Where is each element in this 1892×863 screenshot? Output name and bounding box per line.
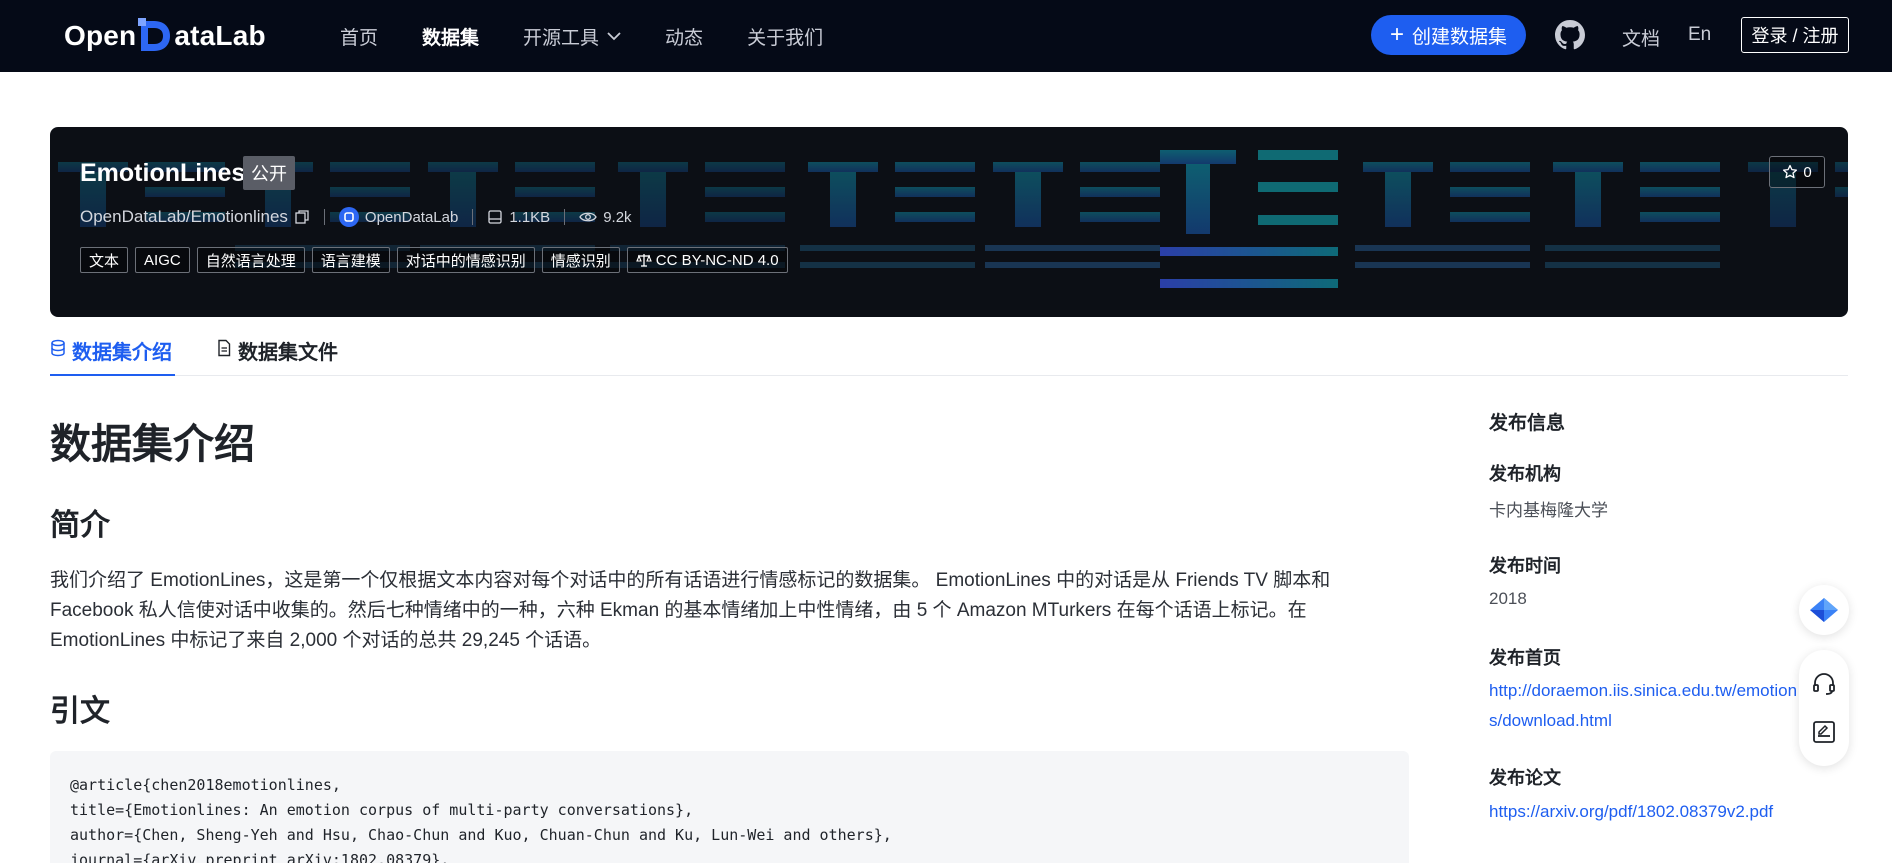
tab-dataset-intro[interactable]: 数据集介绍 xyxy=(50,336,175,376)
tag-list: 文本 AIGC 自然语言处理 语言建模 对话中的情感识别 情感识别 CC BY-… xyxy=(80,247,795,273)
chevron-down-icon xyxy=(607,32,621,41)
code-line: title={Emotionlines: An emotion corpus o… xyxy=(70,801,694,819)
dataset-meta: OpenDataLab/Emotionlines OpenDataLab 1.1… xyxy=(80,205,632,229)
nav-news[interactable]: 动态 xyxy=(665,23,703,50)
repo-path: OpenDataLab/Emotionlines xyxy=(80,207,288,226)
tag-language-modeling[interactable]: 语言建模 xyxy=(311,247,390,273)
nav-home[interactable]: 首页 xyxy=(340,23,378,50)
file-icon xyxy=(218,339,231,357)
publish-info-title: 发布信息 xyxy=(1489,413,1566,434)
homepage-link-line: http://doraemon.iis.sinica.edu.tw/emotio… xyxy=(1489,681,1798,700)
feedback-icon[interactable] xyxy=(1811,719,1837,745)
dataset-title: EmotionLines xyxy=(80,159,246,187)
code-line: journal={arXiv preprint arXiv:1802.08379… xyxy=(70,851,450,863)
nav-about[interactable]: 关于我们 xyxy=(747,23,823,50)
divider xyxy=(564,209,566,225)
license-label: CC BY-NC-ND 4.0 xyxy=(655,251,779,269)
tag-text[interactable]: 文本 xyxy=(80,247,129,273)
intro-line: 我们介绍了 EmotionLines，这是第一个仅根据文本内容对每个对话中的所有… xyxy=(50,570,1331,591)
intro-heading: 简介 xyxy=(50,509,110,542)
login-register-button[interactable]: 登录 / 注册 xyxy=(1741,17,1849,53)
scale-icon xyxy=(635,254,652,267)
tag-aigc[interactable]: AIGC xyxy=(135,247,190,273)
copy-icon[interactable] xyxy=(294,209,310,225)
org-name[interactable]: OpenDataLab xyxy=(365,209,458,226)
star-button[interactable]: 0 xyxy=(1769,156,1825,188)
eye-icon xyxy=(579,212,597,222)
create-dataset-button[interactable]: + 创建数据集 xyxy=(1371,15,1526,55)
database-icon xyxy=(51,339,65,357)
top-nav: Open ataLab 首页 数据集 开源工具 动态 关于我们 + 创建数据集 … xyxy=(0,0,1892,72)
logo-d-icon xyxy=(138,18,172,54)
opendatalab-logo[interactable]: Open ataLab xyxy=(64,16,266,56)
homepage-link-line: s/download.html xyxy=(1489,711,1612,730)
page-title: 数据集介绍 xyxy=(50,421,255,467)
floating-action-group xyxy=(1799,650,1849,766)
create-dataset-label: 创建数据集 xyxy=(1412,26,1508,48)
intro-paragraph: 我们介绍了 EmotionLines，这是第一个仅根据文本内容对每个对话中的所有… xyxy=(50,566,1410,656)
tab-dataset-files[interactable]: 数据集文件 xyxy=(216,336,338,376)
nav-open-tools[interactable]: 开源工具 xyxy=(523,23,621,50)
public-badge: 公开 xyxy=(243,156,295,190)
publish-info-panel: 发布信息 发布机构 卡内基梅隆大学 发布时间 2018 发布首页 http://… xyxy=(1489,408,1829,821)
intro-line: Facebook 私人信使对话中收集的。然后七种情绪中的一种，六种 Ekman … xyxy=(50,600,1307,621)
divider xyxy=(472,209,474,225)
license-tag[interactable]: CC BY-NC-ND 4.0 xyxy=(626,247,788,273)
tag-nlp[interactable]: 自然语言处理 xyxy=(196,247,305,273)
nav-open-tools-label: 开源工具 xyxy=(523,27,600,49)
dataset-size: 1.1KB xyxy=(509,208,551,226)
citation-heading: 引文 xyxy=(50,695,110,728)
tag-emotion-recognition[interactable]: 情感识别 xyxy=(541,247,620,273)
nav-datasets[interactable]: 数据集 xyxy=(422,23,479,50)
citation-code-block: @article{chen2018emotionlines, title={Emo… xyxy=(50,751,1409,863)
language-switch[interactable]: En xyxy=(1688,24,1711,46)
headset-icon[interactable] xyxy=(1811,671,1837,697)
org-avatar-icon xyxy=(338,207,359,227)
disk-icon xyxy=(488,210,502,224)
tab-label: 数据集介绍 xyxy=(72,342,172,364)
publish-time-value: 2018 xyxy=(1489,589,1527,608)
docs-link[interactable]: 文档 xyxy=(1622,24,1660,51)
divider xyxy=(323,209,325,225)
github-icon[interactable] xyxy=(1555,20,1585,50)
main-nav: 首页 数据集 开源工具 动态 关于我们 xyxy=(340,0,867,72)
star-count: 0 xyxy=(1803,163,1812,181)
plus-icon: + xyxy=(1389,21,1404,48)
logo-text-datalab: ataLab xyxy=(174,20,266,51)
star-icon xyxy=(1783,164,1798,179)
dataset-hero-banner: EmotionLines 公开 OpenDataLab/Emotionlines… xyxy=(50,127,1848,317)
assistant-logo-icon xyxy=(1810,598,1838,622)
code-line: author={Chen, Sheng-Yeh and Hsu, Chao-Ch… xyxy=(70,826,892,844)
tag-emotion-recognition-in-conversation[interactable]: 对话中的情感识别 xyxy=(396,247,535,273)
tab-label: 数据集文件 xyxy=(238,342,338,364)
paper-label: 发布论文 xyxy=(1489,768,1561,788)
assistant-float-button[interactable] xyxy=(1799,585,1849,635)
homepage-label: 发布首页 xyxy=(1489,648,1561,668)
homepage-link[interactable]: http://doraemon.iis.sinica.edu.tw/emotio… xyxy=(1489,676,1801,736)
publisher-value: 卡内基梅隆大学 xyxy=(1489,501,1608,520)
dataset-tabs: 数据集介绍 数据集文件 xyxy=(50,330,1848,376)
publish-time-label: 发布时间 xyxy=(1489,556,1561,576)
paper-link[interactable]: https://arxiv.org/pdf/1802.08379v2.pdf xyxy=(1489,797,1801,827)
logo-text-open: Open xyxy=(64,20,137,51)
intro-line: EmotionLines 中标记了来自 2,000 个对话的总共 29,245 … xyxy=(50,630,602,651)
code-line: @article{chen2018emotionlines, xyxy=(70,776,341,794)
publisher-label: 发布机构 xyxy=(1489,464,1561,484)
view-count: 9.2k xyxy=(603,208,632,226)
